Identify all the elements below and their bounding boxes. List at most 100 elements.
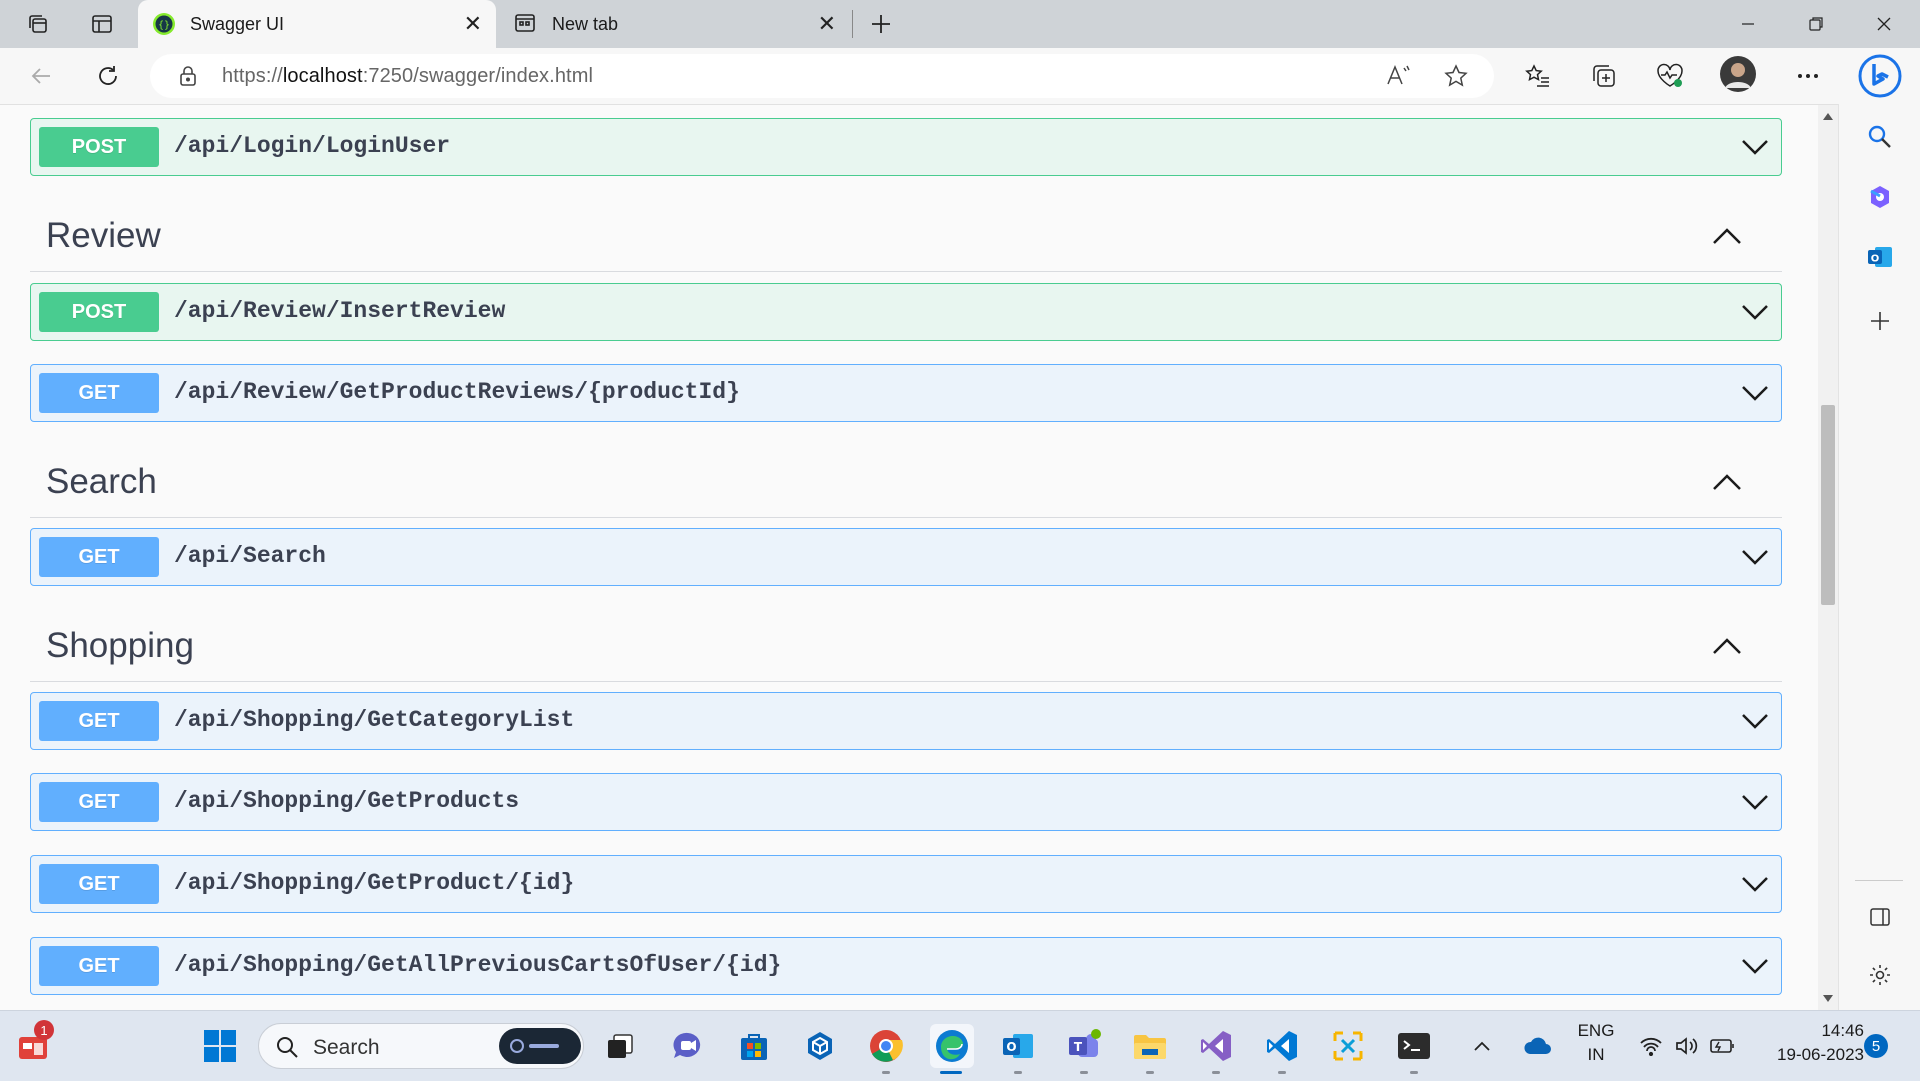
chevron-down-icon[interactable] xyxy=(1739,296,1771,328)
teams-chat-icon[interactable] xyxy=(666,1024,710,1068)
vertical-tabs-icon[interactable] xyxy=(86,8,118,40)
chevron-down-icon[interactable] xyxy=(1739,786,1771,818)
language-code: ENG xyxy=(1577,1021,1615,1040)
minimize-button[interactable] xyxy=(1718,0,1778,48)
endpoint-get-products[interactable]: GET /api/Shopping/GetProducts xyxy=(30,773,1782,831)
endpoint-get-category-list[interactable]: GET /api/Shopping/GetCategoryList xyxy=(30,692,1782,750)
lock-icon[interactable] xyxy=(178,65,198,92)
chrome-icon[interactable] xyxy=(864,1024,908,1074)
battery-icon[interactable] xyxy=(1708,1024,1738,1068)
sidebar-divider xyxy=(1855,880,1903,881)
edge-sidebar: O xyxy=(1838,104,1920,1010)
new-tab-page-icon xyxy=(514,12,536,39)
notification-count-badge[interactable]: 5 xyxy=(1864,1034,1888,1058)
browser-essentials-icon[interactable] xyxy=(1652,60,1688,92)
running-indicator xyxy=(1212,1071,1220,1074)
scroll-down-arrow[interactable] xyxy=(1823,995,1833,1002)
taskbar-search-box[interactable]: Search xyxy=(258,1023,584,1069)
scroll-thumb[interactable] xyxy=(1821,405,1835,605)
swagger-page: POST /api/Login/LoginUser Review POST /a… xyxy=(0,105,1818,1010)
widgets-icon[interactable]: 1 xyxy=(12,1020,56,1068)
outlook-icon[interactable]: O xyxy=(1863,240,1897,274)
close-tab-icon[interactable]: ✕ xyxy=(464,12,482,36)
endpoint-path: /api/Shopping/GetCategoryList xyxy=(174,707,575,733)
onedrive-icon[interactable] xyxy=(1518,1024,1558,1068)
chevron-down-icon[interactable] xyxy=(1739,705,1771,737)
vs-code-icon[interactable] xyxy=(1260,1024,1304,1074)
clock[interactable]: 14:46 19-06-2023 xyxy=(1752,1021,1864,1065)
restore-button[interactable] xyxy=(1786,0,1846,48)
microsoft-store-icon[interactable] xyxy=(732,1024,776,1068)
close-window-button[interactable] xyxy=(1854,0,1914,48)
profile-avatar[interactable] xyxy=(1720,56,1756,92)
active-indicator xyxy=(940,1071,962,1074)
endpoint-post-insert-review[interactable]: POST /api/Review/InsertReview xyxy=(30,283,1782,341)
show-hidden-icons-chevron-up-icon[interactable] xyxy=(1468,1024,1496,1068)
hide-sidebar-icon[interactable] xyxy=(1863,900,1897,934)
more-options-icon[interactable] xyxy=(1790,60,1826,92)
endpoint-get-all-previous-carts[interactable]: GET /api/Shopping/GetAllPreviousCartsOfU… xyxy=(30,937,1782,995)
snipping-tool-icon[interactable] xyxy=(1326,1024,1370,1068)
url-text[interactable]: https://localhost:7250/swagger/index.htm… xyxy=(222,65,593,88)
edge-icon[interactable] xyxy=(930,1024,974,1074)
add-sidebar-app-icon[interactable] xyxy=(1863,304,1897,338)
page-scrollbar[interactable] xyxy=(1818,105,1838,1010)
section-review[interactable]: Review xyxy=(30,201,1782,272)
endpoint-path: /api/Review/GetProductReviews/{productId… xyxy=(174,379,740,405)
favorite-star-icon[interactable] xyxy=(1444,64,1468,93)
outlook-icon[interactable]: O xyxy=(996,1024,1040,1074)
collections-icon[interactable] xyxy=(1586,60,1622,92)
chevron-down-icon[interactable] xyxy=(1739,377,1771,409)
scroll-up-arrow[interactable] xyxy=(1823,113,1833,120)
chevron-up-icon[interactable] xyxy=(1710,219,1744,253)
read-aloud-icon[interactable] xyxy=(1386,64,1412,93)
url-host: localhost xyxy=(282,65,363,87)
section-shopping[interactable]: Shopping xyxy=(30,611,1782,682)
method-badge: POST xyxy=(39,292,159,332)
endpoint-path: /api/Search xyxy=(174,543,326,569)
running-indicator xyxy=(1080,1071,1088,1074)
section-title: Review xyxy=(46,216,161,255)
method-badge: GET xyxy=(39,701,159,741)
endpoint-get-search[interactable]: GET /api/Search xyxy=(30,528,1782,586)
tab-divider xyxy=(852,10,853,38)
network-sandbox-app-icon[interactable] xyxy=(798,1024,842,1068)
browser-toolbar: https://localhost:7250/swagger/index.htm… xyxy=(0,48,1920,105)
chevron-down-icon[interactable] xyxy=(1739,541,1771,573)
favorites-icon[interactable] xyxy=(1520,60,1556,92)
file-explorer-icon[interactable] xyxy=(1128,1024,1172,1074)
bing-copilot-icon[interactable] xyxy=(1858,54,1902,98)
endpoint-path: /api/Login/LoginUser xyxy=(174,133,451,159)
chevron-up-icon[interactable] xyxy=(1710,465,1744,499)
url-rest: :7250/swagger/index.html xyxy=(362,65,593,87)
visual-studio-icon[interactable] xyxy=(1194,1024,1238,1074)
new-tab-button[interactable] xyxy=(865,8,897,40)
tab-new-tab[interactable]: New tab ✕ xyxy=(500,0,850,48)
search-icon[interactable] xyxy=(1863,120,1897,154)
back-button[interactable] xyxy=(24,60,60,92)
section-search[interactable]: Search xyxy=(30,447,1782,518)
volume-icon[interactable] xyxy=(1672,1024,1702,1068)
chevron-down-icon[interactable] xyxy=(1739,950,1771,982)
start-windows-icon[interactable] xyxy=(198,1024,242,1068)
chevron-down-icon[interactable] xyxy=(1739,868,1771,900)
copilot-app-icon[interactable] xyxy=(1863,180,1897,214)
sidebar-settings-gear-icon[interactable] xyxy=(1863,958,1897,992)
endpoint-get-product-reviews[interactable]: GET /api/Review/GetProductReviews/{produ… xyxy=(30,364,1782,422)
teams-icon[interactable]: T xyxy=(1062,1024,1106,1074)
refresh-button[interactable] xyxy=(90,60,126,92)
tab-swagger-ui[interactable]: {} Swagger UI ✕ xyxy=(138,0,496,48)
address-bar[interactable]: https://localhost:7250/swagger/index.htm… xyxy=(150,54,1494,98)
wifi-icon[interactable] xyxy=(1636,1024,1666,1068)
language-indicator[interactable]: ENG IN xyxy=(1576,1021,1616,1065)
chevron-up-icon[interactable] xyxy=(1710,629,1744,663)
chevron-down-icon[interactable] xyxy=(1739,131,1771,163)
close-tab-icon[interactable]: ✕ xyxy=(818,12,836,36)
taskbar-search-label: Search xyxy=(313,1036,380,1059)
section-title: Search xyxy=(46,462,157,501)
endpoint-get-product[interactable]: GET /api/Shopping/GetProduct/{id} xyxy=(30,855,1782,913)
workspaces-icon[interactable] xyxy=(22,8,54,40)
task-view-icon[interactable] xyxy=(598,1024,642,1068)
terminal-icon[interactable] xyxy=(1392,1024,1436,1074)
endpoint-post-login-user[interactable]: POST /api/Login/LoginUser xyxy=(30,118,1782,176)
